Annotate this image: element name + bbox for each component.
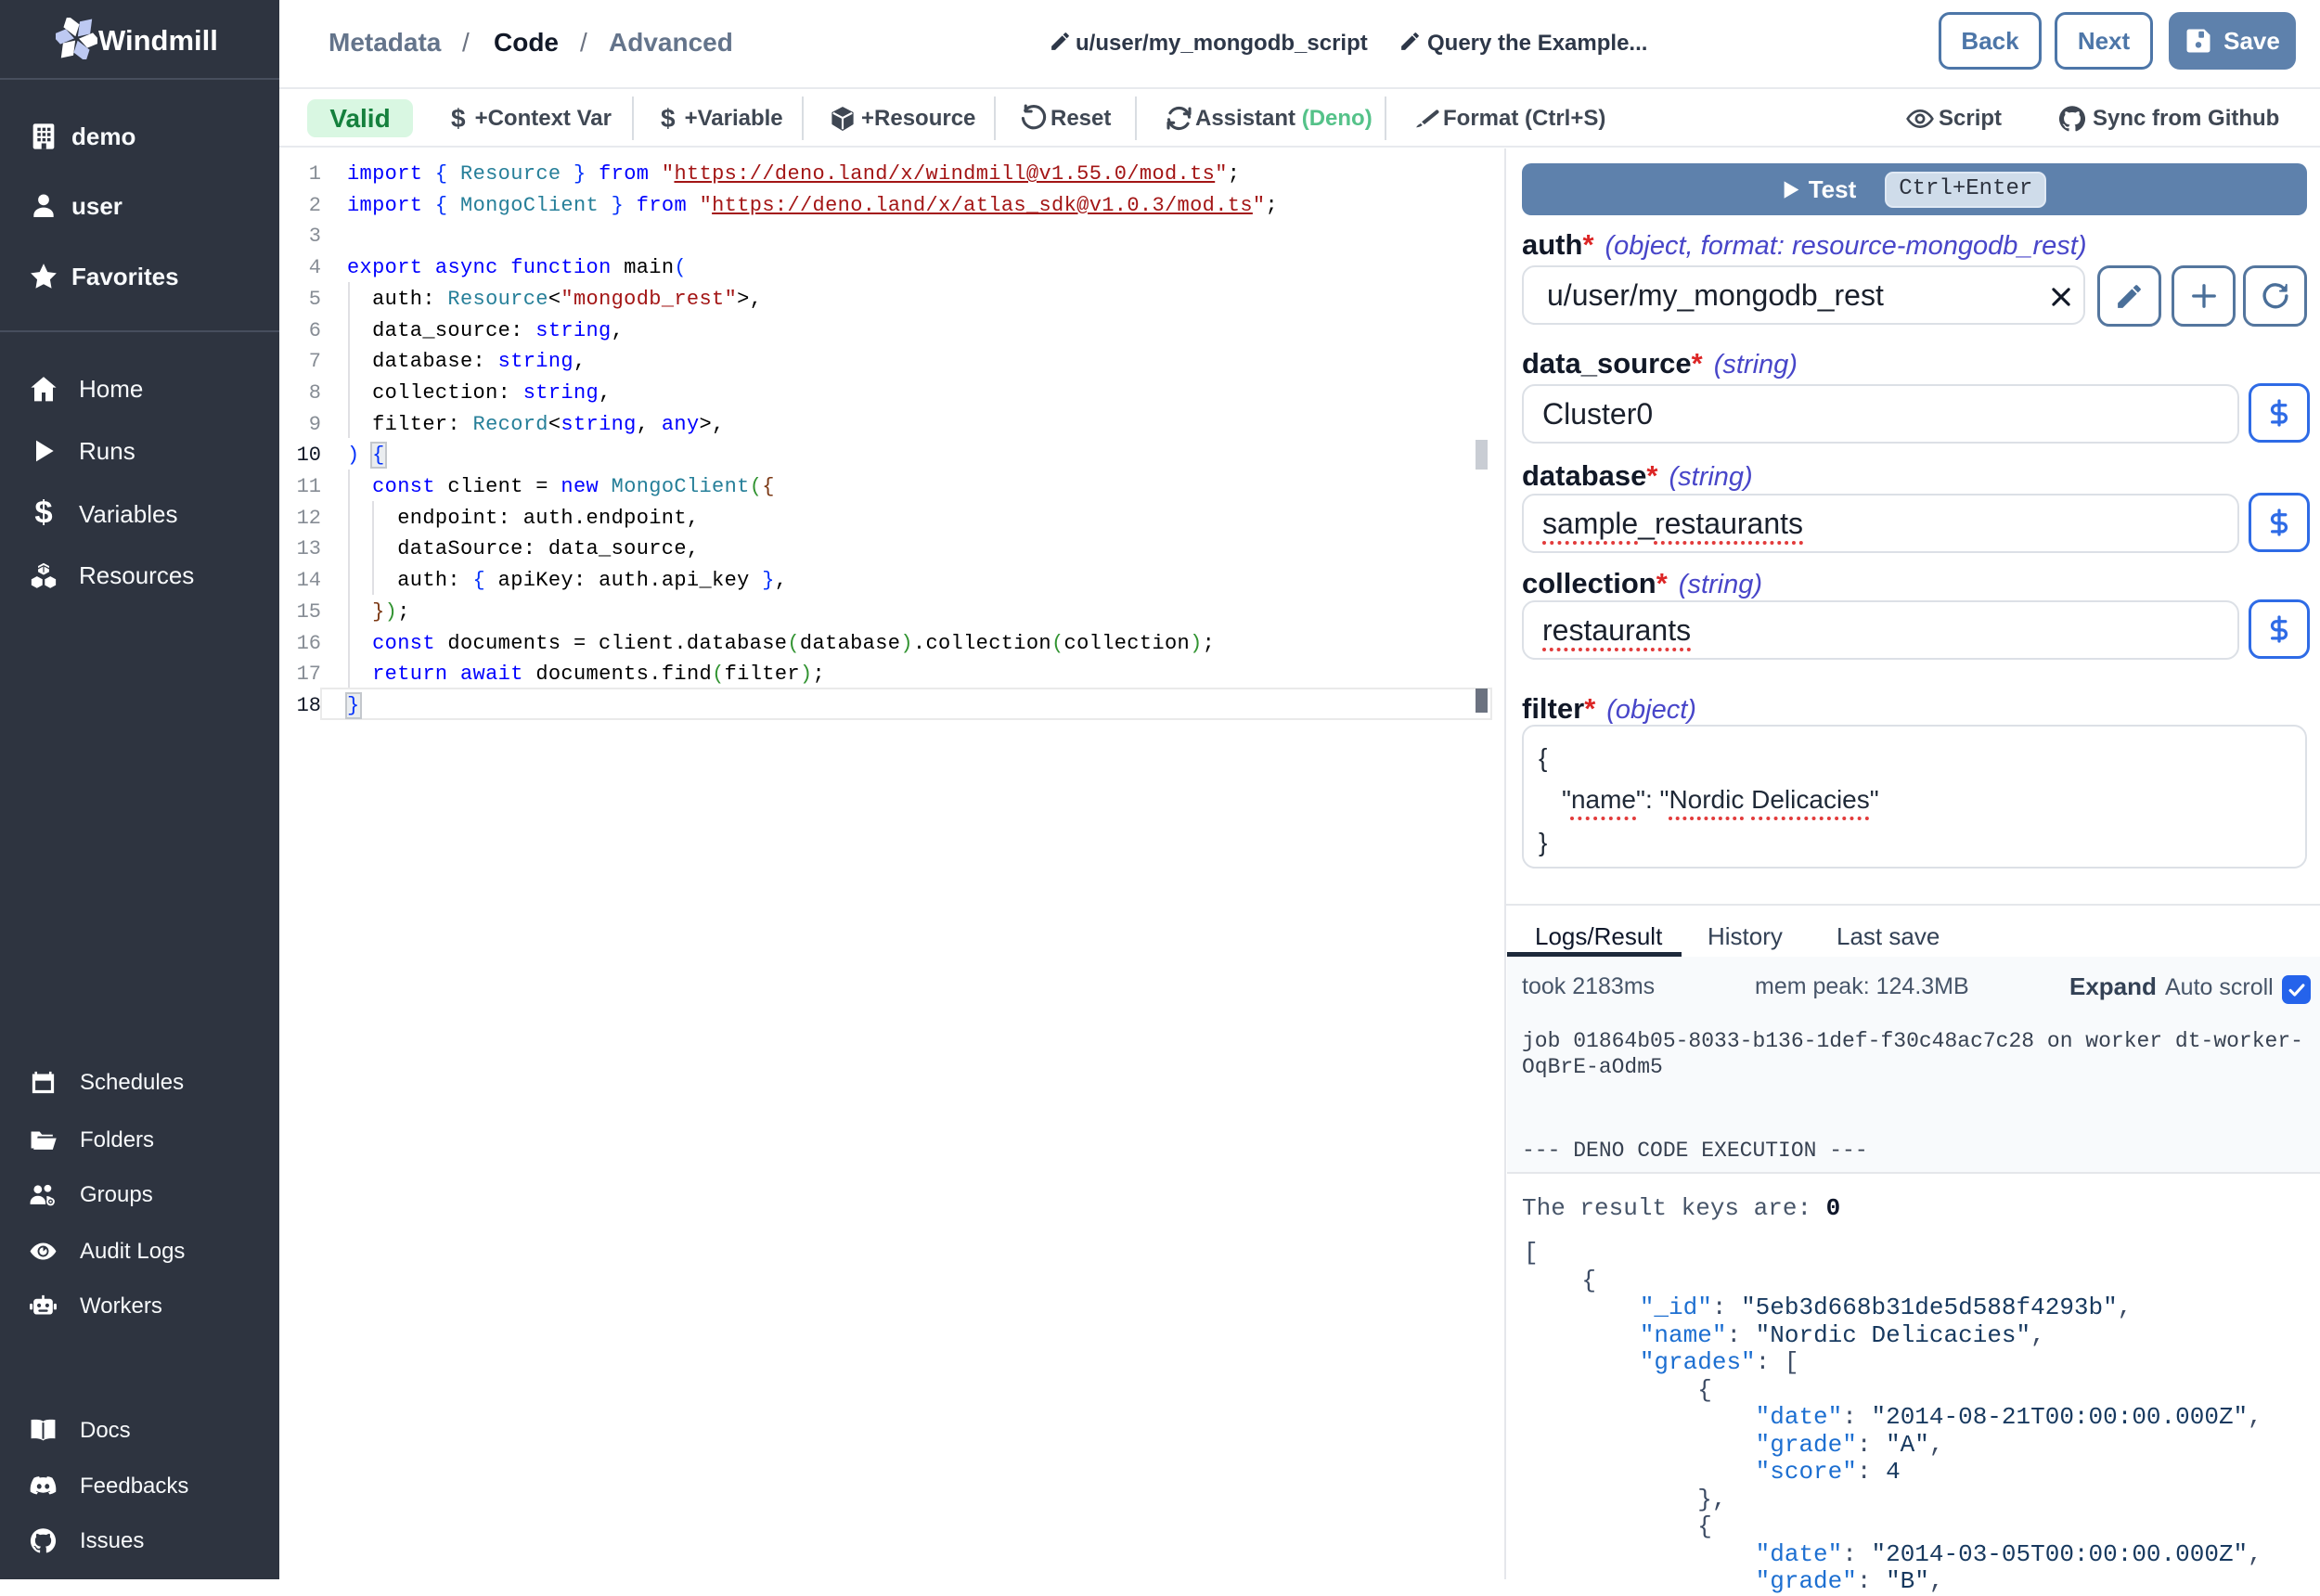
svg-text:$: $ [34,499,52,529]
